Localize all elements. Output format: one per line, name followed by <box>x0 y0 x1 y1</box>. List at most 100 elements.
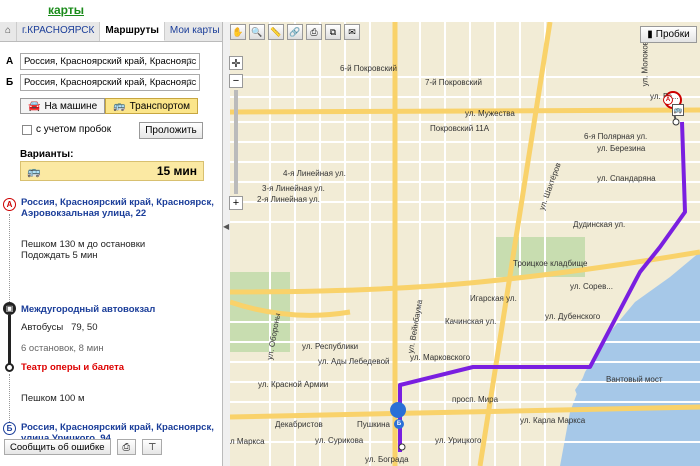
layers-tool-icon[interactable]: ⧉ <box>325 24 341 40</box>
map-label-muzhestva: ул. Мужества <box>465 109 515 118</box>
map-marker-a-label[interactable]: А <box>663 95 673 105</box>
point-b-address-line1: Россия, Красноярский край, Красноярск, <box>21 422 214 433</box>
zoom-in-button[interactable]: + <box>229 196 243 210</box>
point-a-address-line1: Россия, Красноярский край, Красноярск, <box>21 197 214 208</box>
address-b-row: Б ⊘ <box>6 74 216 91</box>
build-route-button[interactable]: Проложить <box>139 122 203 139</box>
tab-my-maps[interactable]: Мои карты <box>165 22 226 41</box>
variants-label: Варианты: <box>20 149 74 160</box>
walk-line-2 <box>9 374 10 422</box>
buses-info: Автобусы 79, 50 <box>21 322 98 333</box>
map-label-dekabristov: Декабристов <box>275 420 323 429</box>
map-label-pokrovsky6: 6-й Покровский <box>340 64 397 73</box>
collapse-arrow-icon: ◀ <box>223 222 230 231</box>
bus-icon: 🚌 <box>113 100 126 112</box>
variant-time: 15 мин <box>156 164 197 178</box>
map-label-pokrovsky7: 7-й Покровский <box>425 78 482 87</box>
route-sidebar: ⌂ г.КРАСНОЯРСК Маршруты Мои карты А ⊘ Б … <box>0 22 226 466</box>
zoom-control: ✛ − + <box>229 56 243 210</box>
print-icon[interactable]: ⎙ <box>116 439 137 455</box>
map-label-karla-marksa: ул. Карла Маркса <box>520 416 586 425</box>
address-b-input[interactable] <box>20 74 200 91</box>
link-tool-icon[interactable]: 🔗 <box>287 24 303 40</box>
map-bus-stop-icon[interactable]: 🚌 <box>672 104 684 116</box>
mail-tool-icon[interactable]: ✉ <box>344 24 360 40</box>
route-variant[interactable]: 🚌 15 мин <box>20 161 204 181</box>
car-icon: 🚘 <box>28 100 41 112</box>
buses-label: Автобусы <box>21 322 64 333</box>
map-label-kachinskaya: Качинская ул. <box>445 317 497 326</box>
map-toolbar: ✋ 🔍 📏 🔗 ⎙ ⧉ ✉ <box>230 24 360 40</box>
traffic-checkbox-label: с учетом пробок <box>36 124 112 135</box>
map-label-lineynaya4: 4-я Линейная ул. <box>283 169 346 178</box>
map-label-sovetskaya: ул. Сорев... <box>570 282 613 291</box>
map-label-molokova: ул. Молокова <box>640 36 650 87</box>
magnifier-tool-icon[interactable]: 🔍 <box>249 24 265 40</box>
ruler-tool-icon[interactable]: 📏 <box>268 24 284 40</box>
buses-numbers: 79, 50 <box>71 322 98 333</box>
transit-mode-label: Транспортом <box>129 100 191 112</box>
address-b-label: Б <box>6 77 14 88</box>
zoom-slider-track[interactable] <box>234 90 238 194</box>
mode-switch: 🚘 На машине 🚌 Транспортом <box>20 98 199 114</box>
walk-line <box>9 214 10 302</box>
map-label-dubenskogo: ул. Дубенского <box>545 312 601 321</box>
bus-line <box>8 315 11 365</box>
link-icon[interactable]: ⊤ <box>142 439 163 455</box>
map-label-spandarjana: ул. Спандаряна <box>597 174 656 183</box>
traffic-light-icon: ▮ <box>647 29 653 40</box>
point-a-marker: А <box>3 198 16 211</box>
map-marker-b-label[interactable]: Б <box>394 419 404 429</box>
map-label-mira: просп. Мира <box>452 395 499 404</box>
report-error-button[interactable]: Сообщить об ошибке <box>4 439 111 455</box>
hand-tool-icon[interactable]: ✋ <box>230 24 246 40</box>
map-label-troitskoe: Троицкое кладбище <box>513 259 588 268</box>
bus-icon: 🚌 <box>27 165 41 178</box>
map-label-vantovy: Вантовый мост <box>606 375 663 384</box>
map-label-berezina: ул. Березина <box>597 144 646 153</box>
address-a-row: А ⊘ <box>6 53 216 70</box>
traffic-option[interactable]: с учетом пробок <box>22 124 111 135</box>
compass-icon[interactable]: ✛ <box>229 56 243 70</box>
map-label-igarskaya: Игарская ул. <box>470 294 517 303</box>
print-tool-icon[interactable]: ⎙ <box>306 24 322 40</box>
point-a-address-line2: Аэровокзальная улица, 22 <box>21 208 147 219</box>
clear-b-icon[interactable]: ⊘ <box>186 77 194 88</box>
wait-step: Подождать 5 мин <box>21 250 98 261</box>
walk-step-2: Пешком 100 м <box>21 393 85 404</box>
map-label-pushkina: Пушкина <box>357 420 391 429</box>
district-area <box>400 22 520 42</box>
map-label-surikova: ул. Сурикова <box>315 436 364 445</box>
map-label-respublika: ул. Республики <box>302 342 359 351</box>
map-label-lineynaya2: 2-я Линейная ул. <box>257 195 320 204</box>
bus-stop-icon: ▣ <box>3 302 16 315</box>
sidebar-tabs: ⌂ г.КРАСНОЯРСК Маршруты Мои карты <box>0 22 226 42</box>
app-logo[interactable]: карты <box>48 3 84 17</box>
tab-routes[interactable]: Маршруты <box>100 22 165 41</box>
map-label-pokrovsky11a: Покровский 11А <box>430 124 490 133</box>
car-mode-label: На машине <box>44 100 98 112</box>
zoom-out-button[interactable]: − <box>229 74 243 88</box>
transit-mode-button[interactable]: 🚌 Транспортом <box>105 98 199 114</box>
tab-city[interactable]: г.КРАСНОЯРСК <box>17 22 101 41</box>
stop-to[interactable]: Театр оперы и балета <box>21 362 124 373</box>
stop-from[interactable]: Междугородный автовокзал <box>21 304 155 315</box>
clear-a-icon[interactable]: ⊘ <box>186 56 194 67</box>
car-mode-button[interactable]: 🚘 На машине <box>20 98 106 114</box>
sidebar-footer: Сообщить об ошибке ⎙ ⊤ <box>4 439 163 455</box>
traffic-checkbox[interactable] <box>22 124 32 135</box>
map-label-dudinskaya: Дудинская ул. <box>573 220 626 229</box>
map-label-uritskogo: ул. Урицкого <box>435 436 482 445</box>
map-canvas[interactable]: 6-й Покровский 7-й Покровский ул. Мужест… <box>230 22 700 466</box>
home-icon[interactable]: ⌂ <box>0 22 18 41</box>
address-a-input[interactable] <box>20 53 200 70</box>
traffic-button[interactable]: ▮ Пробки <box>640 26 697 43</box>
map-label-markovskogo: ул. Марковского <box>410 353 471 362</box>
map-label-lineynaya3: 3-я Линейная ул. <box>262 184 325 193</box>
stops-info: 6 остановок, 8 мин <box>21 343 104 354</box>
map-label-polyarnaya6: 6-я Полярная ул. <box>584 132 648 141</box>
map-label-ady-lebedevoy: ул. Ады Лебедевой <box>318 357 390 366</box>
address-a-label: А <box>6 56 14 67</box>
traffic-button-label: Пробки <box>655 29 690 40</box>
point-a-address[interactable]: Россия, Красноярский край, Красноярск, А… <box>21 197 221 219</box>
